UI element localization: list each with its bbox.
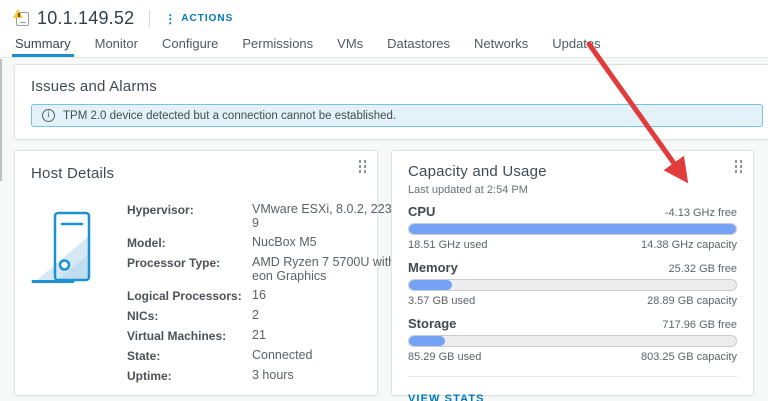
storage-free-value: 717.96 GB free — [662, 319, 737, 331]
memory-label: Memory — [408, 260, 458, 275]
tab-permissions[interactable]: Permissions — [241, 36, 314, 57]
tab-datastores[interactable]: Datastores — [386, 36, 451, 57]
storage-meter: Storage 717.96 GB free 85.29 GB used 803… — [408, 316, 737, 363]
field-label: Logical Processors: — [127, 288, 252, 303]
memory-capacity-value: 28.89 GB capacity — [647, 295, 737, 307]
tab-monitor[interactable]: Monitor — [94, 36, 139, 57]
cpu-label: CPU — [408, 204, 435, 219]
host-warning-icon — [14, 11, 30, 27]
cpu-usage-bar-fill — [409, 224, 736, 234]
left-scrollbar-sliver[interactable] — [0, 59, 2, 181]
cpu-used-value: 18.51 GHz used — [408, 239, 488, 251]
cpu-free-value: -4.13 GHz free — [665, 207, 737, 219]
tab-bar: Summary Monitor Configure Permissions VM… — [0, 37, 768, 58]
tab-vms[interactable]: VMs — [336, 36, 364, 57]
tab-updates[interactable]: Updates — [551, 36, 601, 57]
field-label: NICs: — [127, 308, 252, 323]
field-label: Uptime: — [127, 368, 252, 383]
issues-card-title: Issues and Alarms — [31, 78, 761, 95]
storage-label: Storage — [408, 316, 456, 331]
capacity-card-title: Capacity and Usage — [408, 163, 737, 180]
field-hypervisor: Hypervisor: VMware ESXi, 8.0.2, 22380479 — [127, 202, 424, 230]
field-label: Model: — [127, 235, 252, 250]
field-label: Processor Type: — [127, 255, 252, 283]
last-updated-text: Last updated at 2:54 PM — [408, 184, 737, 196]
drag-handle-icon[interactable] — [735, 160, 743, 173]
storage-capacity-value: 803.25 GB capacity — [641, 351, 737, 363]
drag-handle-icon[interactable] — [359, 160, 367, 173]
storage-usage-bar — [408, 335, 737, 347]
actions-button[interactable]: ⋮ ACTIONS — [164, 13, 233, 24]
field-label: State: — [127, 348, 252, 363]
capacity-usage-card: Capacity and Usage Last updated at 2:54 … — [391, 150, 754, 396]
memory-meter: Memory 25.32 GB free 3.57 GB used 28.89 … — [408, 260, 737, 307]
tab-configure[interactable]: Configure — [161, 36, 219, 57]
field-logical-processors: Logical Processors: 16 — [127, 288, 424, 303]
cpu-usage-bar — [408, 223, 737, 235]
issues-and-alarms-card: Issues and Alarms TPM 2.0 device detecte… — [14, 64, 768, 140]
page-title: 10.1.149.52 — [37, 8, 134, 29]
field-processor-type: Processor Type: AMD Ryzen 7 5700U with R… — [127, 255, 424, 283]
tab-summary[interactable]: Summary — [14, 36, 72, 57]
storage-used-value: 85.29 GB used — [408, 351, 481, 363]
memory-usage-bar — [408, 279, 737, 291]
field-model: Model: NucBox M5 — [127, 235, 424, 250]
alert-text: TPM 2.0 device detected but a connection… — [63, 110, 396, 122]
field-virtual-machines: Virtual Machines: 21 — [127, 328, 424, 343]
cpu-capacity-value: 14.38 GHz capacity — [641, 239, 737, 251]
host-details-fields: Hypervisor: VMware ESXi, 8.0.2, 22380479… — [127, 202, 424, 388]
cpu-meter: CPU -4.13 GHz free 18.51 GHz used 14.38 … — [408, 204, 737, 251]
view-stats-link[interactable]: VIEW STATS — [408, 393, 485, 401]
field-label: Hypervisor: — [127, 202, 252, 230]
kebab-menu-icon: ⋮ — [164, 14, 176, 24]
field-nics: NICs: 2 — [127, 308, 424, 323]
tab-networks[interactable]: Networks — [473, 36, 529, 57]
host-tower-icon — [31, 202, 127, 388]
host-details-card: Host Details — [14, 150, 378, 396]
summary-content: Issues and Alarms TPM 2.0 device detecte… — [0, 58, 768, 401]
header-divider — [149, 10, 150, 27]
tpm-alert-banner[interactable]: TPM 2.0 device detected but a connection… — [31, 104, 763, 127]
host-details-title: Host Details — [31, 165, 361, 182]
field-state: State: Connected — [127, 348, 424, 363]
actions-button-label: ACTIONS — [181, 13, 233, 24]
object-header: 10.1.149.52 ⋮ ACTIONS — [0, 0, 768, 37]
memory-free-value: 25.32 GB free — [669, 263, 738, 275]
storage-usage-bar-fill — [409, 336, 445, 346]
field-label: Virtual Machines: — [127, 328, 252, 343]
memory-usage-bar-fill — [409, 280, 452, 290]
info-icon — [42, 109, 55, 122]
memory-used-value: 3.57 GB used — [408, 295, 475, 307]
field-uptime: Uptime: 3 hours — [127, 368, 424, 383]
host-summary-page: 10.1.149.52 ⋮ ACTIONS Summary Monitor Co… — [0, 0, 768, 401]
